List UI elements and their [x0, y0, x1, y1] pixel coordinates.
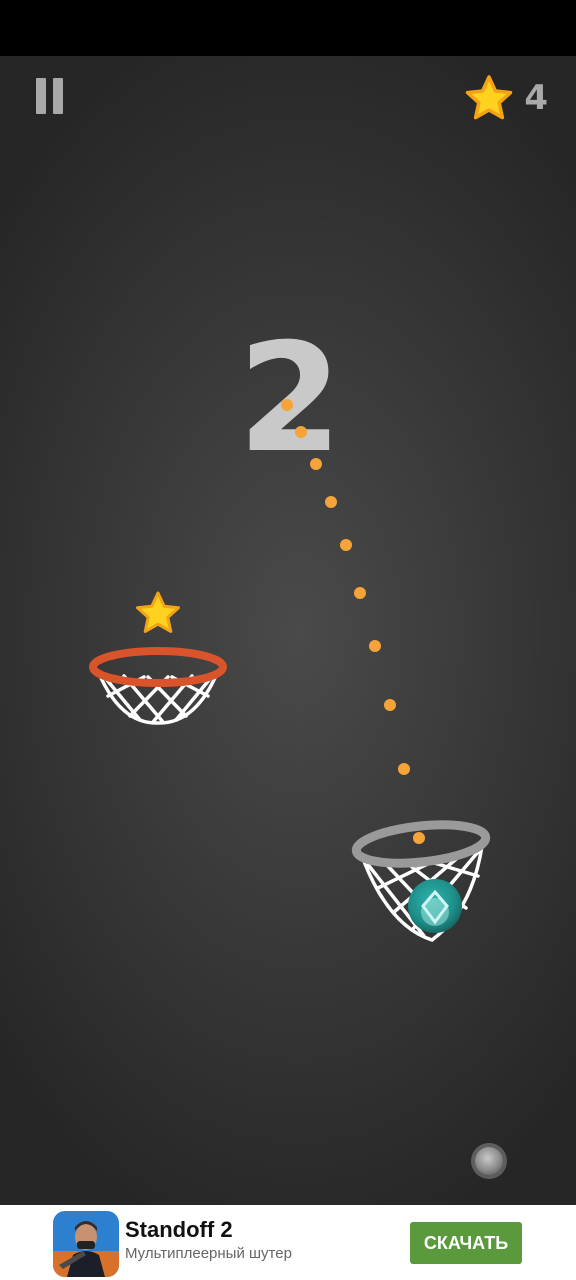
ad-subtitle: Мультиплеерный шутер	[125, 1245, 292, 1262]
pause-icon	[36, 78, 46, 114]
game-screen: 2 4 Standoff 2 Мультиплеерный шутер СКАЧ…	[0, 0, 576, 1280]
trajectory-path	[281, 399, 410, 775]
star-icon	[466, 75, 513, 120]
star-counter: 4	[464, 74, 548, 122]
target-hoop	[89, 647, 227, 725]
touch-indicator-icon[interactable]	[471, 1143, 507, 1179]
pause-button[interactable]	[34, 78, 66, 116]
trajectory-dot	[369, 640, 381, 652]
ad-title[interactable]: Standoff 2	[125, 1217, 233, 1243]
ball-hoop	[351, 820, 491, 942]
star-count: 4	[524, 78, 548, 118]
game-scene	[89, 399, 507, 1179]
trajectory-dot	[340, 539, 352, 551]
trajectory-dot	[413, 832, 425, 844]
trajectory-dot	[354, 587, 366, 599]
game-app-icon[interactable]	[53, 1211, 119, 1277]
collectible-star-icon	[136, 591, 180, 633]
hoop-rim	[89, 647, 227, 687]
pause-icon	[53, 78, 63, 114]
download-button[interactable]: СКАЧАТЬ	[410, 1222, 522, 1264]
trajectory-dot	[295, 426, 307, 438]
game-area[interactable]: 2 4	[0, 56, 576, 1205]
trajectory-dot	[281, 399, 293, 411]
trajectory-dot	[384, 699, 396, 711]
trajectory-dot	[325, 496, 337, 508]
hoop-rim	[351, 820, 491, 868]
basketball-icon	[408, 879, 462, 933]
ad-banner[interactable]: Standoff 2 Мультиплеерный шутер СКАЧАТЬ	[0, 1205, 576, 1280]
status-bar	[0, 0, 576, 56]
trajectory-dot	[398, 763, 410, 775]
trajectory-dot	[310, 458, 322, 470]
